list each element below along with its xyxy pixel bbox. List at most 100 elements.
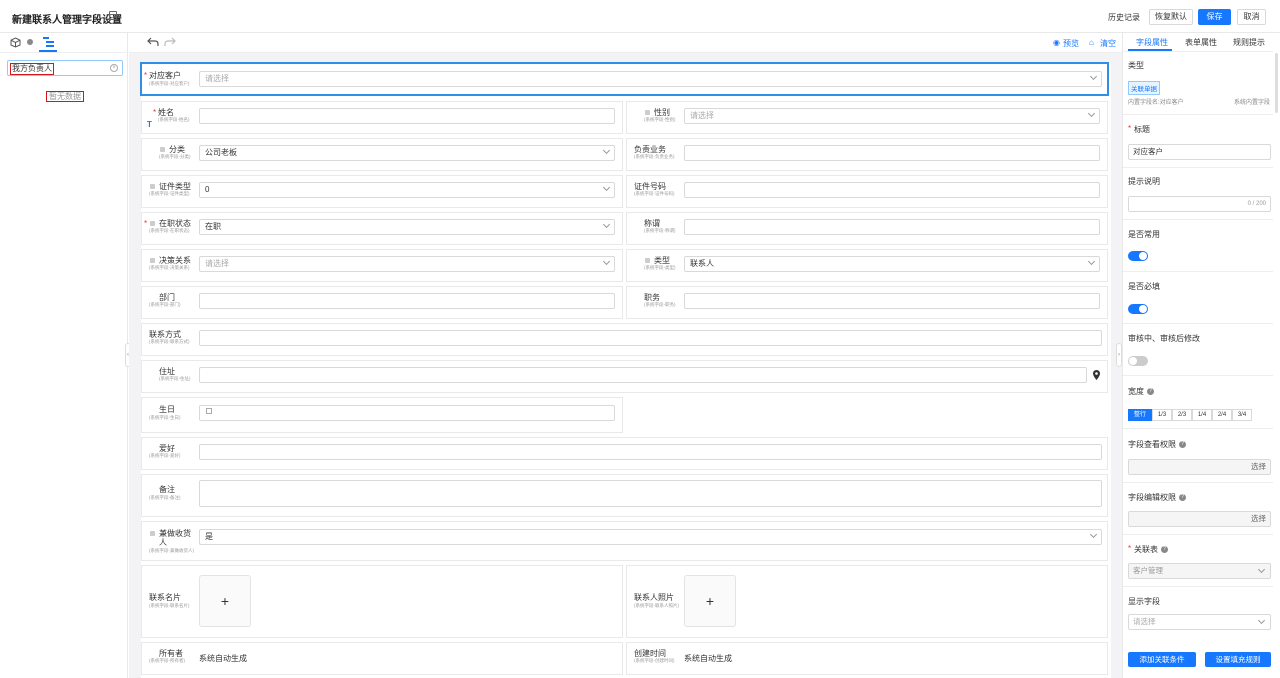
- field-receiver[interactable]: 兼做收货人 (系统字段-兼做收货人) 是: [141, 521, 1108, 561]
- width-option-1-3[interactable]: 1/3: [1152, 409, 1172, 421]
- field-birthday[interactable]: 生日 (系统字段-生日): [141, 397, 623, 433]
- preview-button[interactable]: 预览: [1063, 38, 1079, 49]
- search-input[interactable]: 我方负责人 ×: [7, 60, 123, 76]
- tab-rule-hints[interactable]: 规则提示: [1233, 37, 1265, 48]
- dept-input[interactable]: [199, 293, 615, 309]
- view-permission-select[interactable]: 选择: [1251, 460, 1266, 474]
- field-address[interactable]: 住址 (系统字段-住址): [141, 360, 1108, 393]
- field-type[interactable]: 类型 (系统字段-类型) 联系人: [626, 249, 1108, 282]
- name-input[interactable]: [199, 108, 615, 124]
- width-option-full[interactable]: 整行: [1128, 409, 1152, 421]
- field-gender[interactable]: 性别 (系统字段-性别) 请选择: [626, 101, 1108, 134]
- scrollbar[interactable]: [1275, 53, 1278, 113]
- status-select[interactable]: 在职: [199, 219, 615, 235]
- receiver-select[interactable]: 是: [199, 529, 1102, 545]
- width-option-1-4[interactable]: 1/4: [1192, 409, 1212, 421]
- fill-rule-button[interactable]: 设置填充规则: [1205, 652, 1271, 667]
- lock-icon: [645, 258, 650, 263]
- edit-permission-select[interactable]: 选择: [1251, 512, 1266, 526]
- cancel-button[interactable]: 取消: [1237, 9, 1266, 25]
- gender-select[interactable]: 请选择: [684, 108, 1100, 124]
- tab-form-props[interactable]: 表单属性: [1185, 37, 1217, 48]
- field-contact[interactable]: 联系方式 (系统字段-联系方式): [141, 323, 1108, 356]
- hobby-input[interactable]: [199, 444, 1102, 460]
- field-category[interactable]: 分类 (系统字段-分类) 公司老板: [141, 138, 623, 171]
- field-decision[interactable]: 决策关系 (系统字段-决策关系) 请选择: [141, 249, 623, 282]
- field-owner[interactable]: 所有者 (系统字段-所有者) 系统自动生成: [141, 642, 623, 675]
- field-label: 证件类型: [159, 182, 191, 191]
- field-dept[interactable]: 部门 (系统字段-部门): [141, 286, 623, 319]
- edit-permission-text: 字段编辑权限: [1128, 493, 1176, 502]
- remark-textarea[interactable]: [199, 480, 1102, 507]
- left-panel: 我方负责人 × 暂无数据: [0, 33, 128, 678]
- broom-icon[interactable]: ⌂: [1089, 38, 1094, 47]
- required-mark: *: [1128, 124, 1132, 133]
- field-sub-label: (系统字段-类型): [644, 265, 676, 270]
- position-input[interactable]: [684, 293, 1100, 309]
- title-input[interactable]: 对应客户: [1128, 144, 1271, 160]
- address-input[interactable]: [199, 367, 1087, 383]
- field-card[interactable]: 联系名片 (系统字段-联系名片) +: [141, 565, 623, 638]
- field-customer[interactable]: * 对应客户 (系统字段-对应客户) 请选择: [140, 62, 1109, 96]
- field-created[interactable]: 创建时间 (系统字段-创建时间) 系统自动生成: [626, 642, 1108, 675]
- related-table-select[interactable]: 客户管理: [1128, 563, 1271, 579]
- edit-permission-input[interactable]: 选择: [1128, 511, 1271, 527]
- clear-icon[interactable]: ×: [110, 64, 118, 72]
- field-sub-label: (系统字段-联系名片): [149, 603, 190, 608]
- empty-state: 暂无数据: [46, 91, 84, 102]
- id-no-input[interactable]: [684, 182, 1100, 198]
- field-sub-label: (系统字段-住址): [159, 376, 191, 381]
- card-upload-button[interactable]: +: [199, 575, 251, 627]
- type-select[interactable]: 联系人: [684, 256, 1100, 272]
- restore-default-button[interactable]: 恢复默认: [1149, 9, 1193, 25]
- title-input[interactable]: [684, 219, 1100, 235]
- width-option-2-4[interactable]: 2/4: [1212, 409, 1232, 421]
- layout-icon[interactable]: [109, 11, 117, 20]
- save-button[interactable]: 保存: [1198, 9, 1231, 25]
- field-id-no[interactable]: 证件号码 (系统字段-证件号码): [626, 175, 1108, 208]
- eye-icon[interactable]: ◉: [1053, 38, 1060, 47]
- hint-input[interactable]: 0 / 200: [1128, 196, 1271, 212]
- help-icon: ?: [1179, 494, 1186, 502]
- decision-select[interactable]: 请选择: [199, 256, 615, 272]
- photo-upload-button[interactable]: +: [684, 575, 736, 627]
- field-hobby[interactable]: 爱好 (系统字段-爱好): [141, 437, 1108, 470]
- undo-icon[interactable]: [147, 37, 159, 47]
- related-table-text: 关联表: [1134, 545, 1158, 554]
- common-toggle[interactable]: [1128, 251, 1148, 261]
- history-link[interactable]: 历史记录: [1108, 12, 1140, 23]
- field-position[interactable]: 职务 (系统字段-职务): [626, 286, 1108, 319]
- tab-field-props[interactable]: 字段属性: [1136, 37, 1168, 48]
- tree-icon[interactable]: [42, 36, 55, 49]
- field-sub-label: (系统字段-性别): [644, 117, 676, 122]
- field-remark[interactable]: 备注 (系统字段-备注): [141, 474, 1108, 517]
- location-pin-icon[interactable]: [1093, 370, 1100, 380]
- field-id-type[interactable]: 证件类型 (系统字段-证件类型) 0: [141, 175, 623, 208]
- id-type-select[interactable]: 0: [199, 182, 615, 198]
- cube-icon[interactable]: [10, 37, 21, 48]
- display-field-select[interactable]: 请选择: [1128, 614, 1271, 630]
- width-option-3-4[interactable]: 3/4: [1232, 409, 1252, 421]
- customer-select[interactable]: 请选择: [199, 71, 1102, 87]
- field-photo[interactable]: 联系人照片 (系统字段-联系人照片) +: [626, 565, 1108, 638]
- field-status[interactable]: * 在职状态 (系统字段-在职状态) 在职: [141, 212, 623, 245]
- required-toggle[interactable]: [1128, 304, 1148, 314]
- field-label: 兼做收货人: [159, 529, 191, 547]
- divider: [1123, 323, 1273, 324]
- redo-icon[interactable]: [164, 37, 176, 47]
- category-select[interactable]: 公司老板: [199, 145, 615, 161]
- contact-input[interactable]: [199, 330, 1102, 346]
- birthday-picker[interactable]: [199, 405, 615, 421]
- field-owner-biz[interactable]: 负责业务 (系统字段-负责业务): [626, 138, 1108, 171]
- field-sub-label: (系统字段-所有者): [149, 658, 185, 663]
- circle-icon[interactable]: [27, 39, 33, 45]
- owner-biz-input[interactable]: [684, 145, 1100, 161]
- width-option-2-3[interactable]: 2/3: [1172, 409, 1192, 421]
- clear-button[interactable]: 清空: [1100, 38, 1116, 49]
- add-condition-button[interactable]: 添加关联条件: [1128, 652, 1196, 667]
- field-title[interactable]: 称谓 (系统字段-称谓): [626, 212, 1108, 245]
- field-label: 姓名: [158, 108, 174, 117]
- view-permission-input[interactable]: 选择: [1128, 459, 1271, 475]
- field-name[interactable]: * 姓名 (系统字段-姓名) T: [141, 101, 623, 134]
- edit-after-review-toggle[interactable]: [1128, 356, 1148, 366]
